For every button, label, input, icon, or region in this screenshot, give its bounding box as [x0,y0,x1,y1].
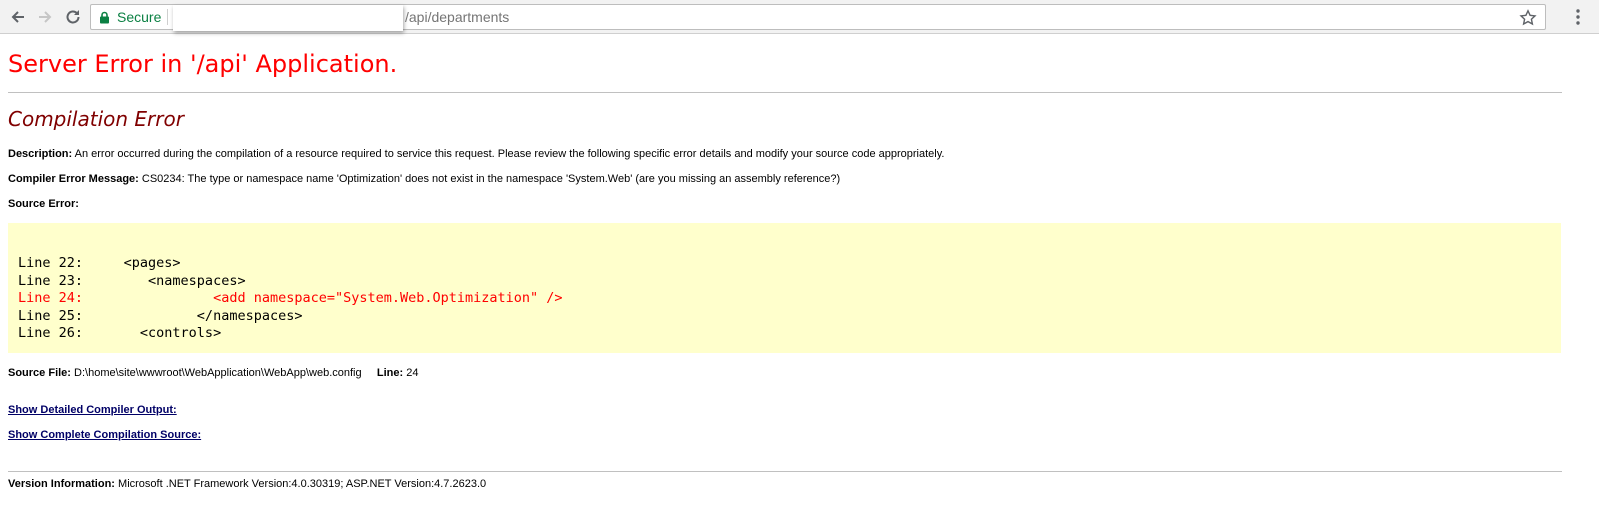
address-divider [167,9,168,25]
reload-icon [66,10,80,24]
address-bar[interactable]: Secure /api/departments [90,4,1546,31]
source-file-path: D:\home\site\wwwroot\WebApplication\WebA… [74,367,362,379]
description-line: Description: An error occurred during th… [8,148,944,160]
version-label: Version Information: [8,478,115,490]
secure-label: Secure [117,9,162,25]
url-path: /api/departments [405,9,510,25]
show-detailed-compiler-output-link[interactable]: Show Detailed Compiler Output: [8,404,177,416]
code-line-23: Line 23: <namespaces> [18,272,246,289]
compiler-error-text: CS0234: The type or namespace name 'Opti… [141,173,841,185]
arrow-left-icon [11,11,24,23]
back-button[interactable] [7,6,29,28]
version-info-line: Version Information: Microsoft .NET Fram… [8,478,486,490]
line-label: Line: [376,367,404,379]
description-label: Description: [8,148,73,160]
code-line-22: Line 22: <pages> [18,255,181,271]
footer-divider [8,471,1562,472]
browser-toolbar: Secure /api/departments [0,0,1599,34]
redacted-domain [173,5,403,31]
page-title: Server Error in '/api' Application. [8,50,398,78]
compiler-error-line: Compiler Error Message: CS0234: The type… [8,173,840,185]
lock-icon [100,11,109,24]
code-line-25: Line 25: </namespaces> [18,307,303,324]
line-number: 24 [406,367,419,379]
compiler-error-label: Compiler Error Message: [8,173,139,185]
reload-button[interactable] [62,6,84,28]
source-file-label: Source File: [8,367,71,379]
source-file-line: Source File: D:\home\site\wwwroot\WebApp… [8,367,418,379]
source-error-line: Source Error: [8,198,79,210]
arrow-right-icon [39,11,52,23]
show-complete-compilation-source-link[interactable]: Show Complete Compilation Source: [8,429,201,441]
title-divider [8,92,1562,93]
source-code-box: Line 22: <pages> Line 23: <namespaces> L… [8,223,1561,353]
source-error-label: Source Error: [8,198,79,210]
more-menu-icon[interactable] [1571,8,1585,26]
description-text: An error occurred during the compilation… [74,148,945,160]
forward-button[interactable] [34,6,56,28]
version-text: Microsoft .NET Framework Version:4.0.303… [118,478,487,490]
code-line-24-error: Line 24: <add namespace="System.Web.Opti… [18,290,563,306]
error-subtitle: Compilation Error [8,107,184,131]
star-icon[interactable] [1519,9,1537,27]
code-line-26: Line 26: <controls> [18,325,222,341]
